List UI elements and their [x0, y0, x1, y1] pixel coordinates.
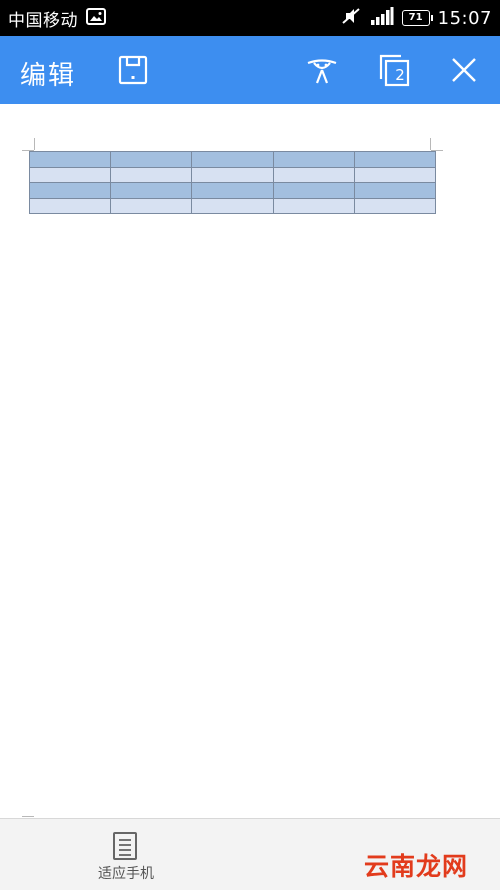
page-count: 2: [395, 66, 405, 84]
table-cell[interactable]: [110, 182, 193, 199]
table-cell[interactable]: [272, 166, 355, 183]
table-cell[interactable]: [191, 166, 274, 183]
signal-icon: [370, 7, 394, 29]
table-cell[interactable]: [28, 182, 112, 199]
gallery-notification-icon: [86, 7, 106, 29]
table-cell[interactable]: [28, 166, 112, 183]
table-cell[interactable]: [28, 151, 112, 168]
table-row: [28, 182, 437, 199]
status-bar: 中国移动 71 15:07: [0, 0, 500, 36]
status-left: 中国移动: [8, 6, 106, 31]
document-table[interactable]: [28, 151, 437, 214]
save-icon: [118, 55, 148, 85]
fit-phone-button[interactable]: 适应手机: [90, 829, 162, 885]
bottom-bar: 适应手机 云南龙网: [0, 818, 500, 890]
table-cell[interactable]: [353, 166, 437, 183]
table-cell[interactable]: [191, 197, 274, 214]
status-time: 15:07: [437, 7, 492, 29]
pages-button[interactable]: 2: [377, 53, 411, 87]
table-row: [28, 166, 437, 183]
ink-button[interactable]: [305, 53, 339, 87]
document-canvas[interactable]: [0, 104, 500, 818]
table-cell[interactable]: [272, 197, 355, 214]
table-cell[interactable]: [110, 151, 193, 168]
margin-mark-left-vertical: [34, 138, 35, 150]
table-cell[interactable]: [353, 151, 437, 168]
close-icon: [452, 58, 476, 82]
table-cell[interactable]: [110, 197, 193, 214]
margin-mark-right-vertical: [430, 138, 431, 150]
edit-button[interactable]: 编辑: [20, 55, 76, 92]
watermark-text: 云南龙网: [364, 852, 469, 881]
table-cell[interactable]: [28, 197, 112, 214]
table-cell[interactable]: [191, 182, 274, 199]
table-cell[interactable]: [353, 197, 437, 214]
table-cell[interactable]: [110, 166, 193, 183]
close-button[interactable]: [447, 53, 481, 87]
table-row: [28, 151, 437, 168]
ink-icon: [307, 59, 337, 84]
fit-phone-label: 适应手机: [98, 866, 154, 882]
status-right: 71 15:07: [340, 7, 492, 29]
save-button[interactable]: [116, 53, 150, 87]
margin-mark-bottom-left: [22, 816, 34, 817]
carrier-name: 中国移动: [8, 10, 78, 31]
table-row: [28, 197, 437, 214]
mute-icon: [340, 7, 362, 29]
battery-icon: 71: [401, 10, 433, 26]
table-cell[interactable]: [272, 151, 355, 168]
document-lines-icon: [113, 832, 137, 860]
table-cell[interactable]: [353, 182, 437, 199]
table-cell[interactable]: [272, 182, 355, 199]
app-toolbar: 编辑 2: [0, 36, 500, 104]
table-cell[interactable]: [191, 151, 274, 168]
